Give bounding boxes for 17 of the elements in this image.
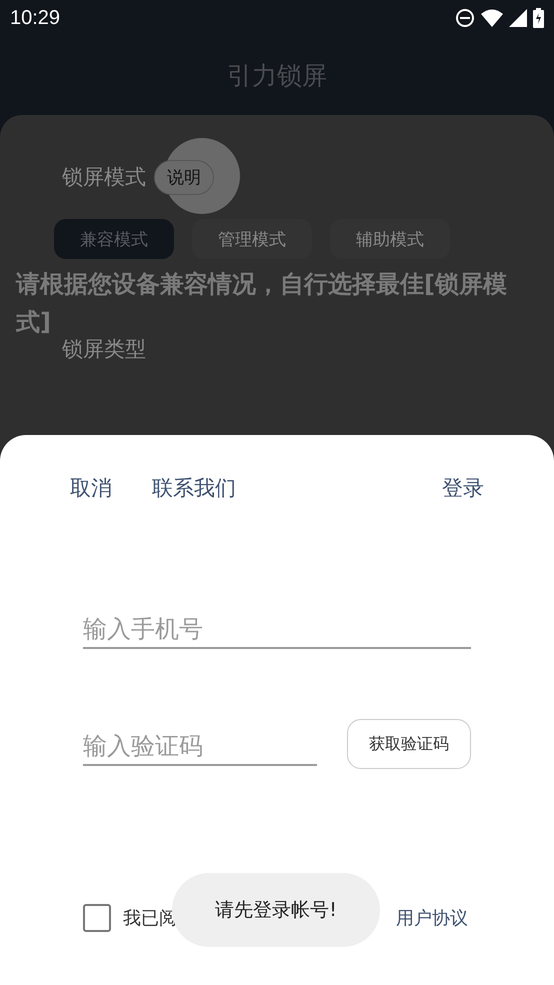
get-code-button[interactable]: 获取验证码	[347, 719, 471, 769]
type-label: 锁屏类型	[62, 337, 146, 361]
login-button[interactable]: 登录	[442, 474, 484, 502]
wifi-icon	[481, 9, 503, 27]
contact-button[interactable]: 联系我们	[152, 474, 236, 502]
hint-message: 请根据您设备兼容情况，自行选择最佳[锁屏模式]	[16, 269, 508, 338]
signal-icon	[509, 9, 527, 27]
mode-option[interactable]: 管理模式	[192, 219, 312, 259]
mode-option[interactable]: 辅助模式	[330, 219, 450, 259]
do-not-disturb-icon	[455, 8, 475, 28]
terms-link[interactable]: 用户协议	[396, 906, 468, 930]
battery-icon	[533, 8, 544, 28]
cancel-button[interactable]: 取消	[70, 474, 112, 502]
status-time: 10:29	[10, 6, 60, 30]
app-title: 引力锁屏	[227, 60, 327, 92]
agreement-checkbox[interactable]	[83, 904, 111, 932]
mode-label: 锁屏模式	[62, 164, 146, 191]
